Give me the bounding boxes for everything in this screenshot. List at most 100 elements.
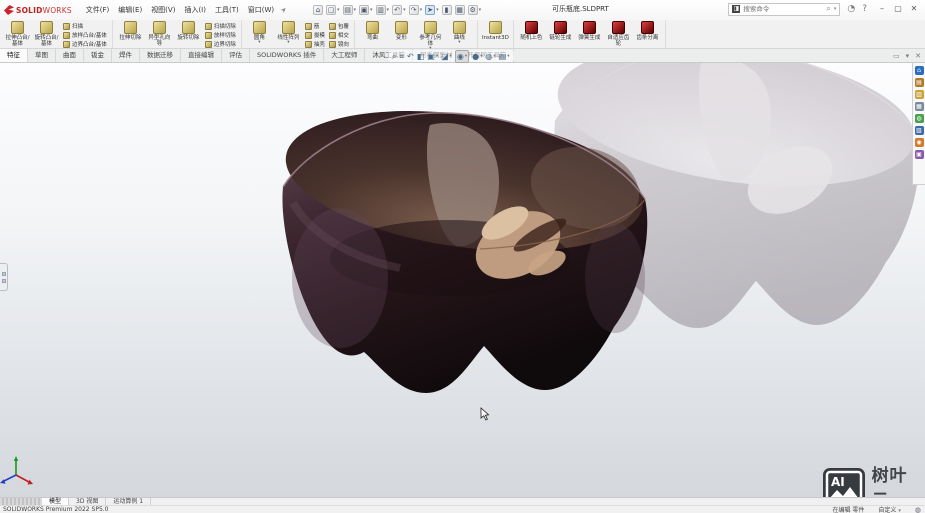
ribbon-button[interactable]: 自适应齿轮 [605, 21, 632, 47]
tab-草图[interactable]: 草图 [28, 49, 56, 62]
zoom-area-button[interactable]: ⌗ [399, 51, 404, 62]
apply-scene-button[interactable]: ◍▾ [485, 51, 495, 62]
ribbon-small-button[interactable]: 扫描切除 [205, 22, 236, 30]
view-orientation-button[interactable]: ▣▾ [427, 51, 438, 62]
display-style-button[interactable]: ◪▾ [441, 51, 452, 62]
options-dropdown-icon[interactable]: ▾ [479, 7, 482, 13]
tab-SOLIDWORKS 插件[interactable]: SOLIDWORKS 插件 [250, 49, 324, 62]
open-button[interactable]: ▤▾ [343, 5, 357, 15]
ribbon-button[interactable]: 弹簧生成 [576, 21, 603, 41]
tab-钣金[interactable]: 钣金 [84, 49, 112, 62]
print-button[interactable]: ▥▾ [376, 5, 390, 15]
select-dropdown-icon[interactable]: ▾ [436, 7, 439, 13]
mbd-globe-icon[interactable]: ◍ [915, 506, 921, 513]
ribbon-button[interactable]: 弯曲 [359, 21, 386, 41]
undo-dropdown-icon[interactable]: ▾ [403, 7, 406, 13]
options-button[interactable]: ⚙▾ [468, 5, 482, 15]
display-style-dropdown-icon[interactable]: ▾ [450, 54, 452, 59]
undock-icon[interactable]: ▭ [893, 50, 900, 62]
section-view-button[interactable]: ◧ [417, 51, 425, 62]
ribbon-small-button[interactable]: 拔模 [305, 31, 325, 39]
print-dropdown-icon[interactable]: ▾ [387, 7, 390, 13]
ribbon-small-button[interactable]: 包覆 [329, 22, 349, 30]
ribbon-small-button[interactable]: 抽壳 [305, 40, 325, 48]
view-orientation-dropdown-icon[interactable]: ▾ [436, 54, 438, 59]
menu-item-5[interactable]: 窗口(W) [248, 5, 274, 15]
search-icon[interactable]: ⌕ [826, 4, 830, 14]
ribbon-button[interactable]: 拉伸凸台/基体 [4, 21, 31, 47]
open-dropdown-icon[interactable]: ▾ [354, 7, 357, 13]
search-input[interactable] [743, 5, 823, 13]
menu-item-2[interactable]: 视图(V) [151, 5, 175, 15]
dropdown-icon[interactable]: ▾ [246, 41, 273, 45]
tab-大工程师[interactable]: 大工程师 [324, 49, 365, 62]
view-settings-button[interactable]: ▤▾ [499, 51, 510, 62]
search-scope-icon[interactable]: ◨ [732, 5, 740, 13]
solidworks-forum-icon[interactable]: ◉ [915, 138, 924, 147]
ribbon-small-button[interactable]: 扫描 [63, 22, 107, 30]
ribbon-button[interactable]: 曲线▾ [446, 21, 473, 45]
command-search[interactable]: ◨ ⌕ ▾ [728, 3, 840, 16]
status-custom-dropdown[interactable]: 自定义▾ [878, 505, 901, 513]
model-tab-3D 视图[interactable]: 3D 视图 [69, 498, 106, 505]
view-settings-dropdown-icon[interactable]: ▾ [507, 54, 509, 59]
model-tab-模型[interactable]: 模型 [42, 498, 69, 505]
ribbon-button[interactable]: 链轮生成 [547, 21, 574, 41]
welcome-button[interactable]: ⌂ [313, 5, 323, 15]
previous-view-button[interactable]: ↶ [407, 51, 414, 62]
design-library-icon[interactable]: ▤ [915, 78, 924, 87]
redo-button[interactable]: ↷▾ [409, 5, 423, 15]
maximize-button[interactable]: ▢ [890, 2, 906, 16]
tab-直接编辑[interactable]: 直接编辑 [181, 49, 222, 62]
ribbon-button[interactable]: 异型孔向导 [146, 21, 173, 47]
rebuild-button[interactable]: ▮ [442, 5, 452, 15]
ribbon-button[interactable]: 变形 [388, 21, 415, 41]
undo-button[interactable]: ↶▾ [392, 5, 406, 15]
tab-数据迁移[interactable]: 数据迁移 [140, 49, 181, 62]
ribbon-button[interactable]: 圆角▾ [246, 21, 273, 45]
ribbon-button[interactable]: 旋转切除 [175, 21, 202, 41]
close-icon[interactable]: ✕ [915, 50, 921, 62]
menu-item-0[interactable]: 文件(F) [86, 5, 110, 15]
select-button[interactable]: ➤▾ [425, 5, 439, 15]
edit-appearance-dropdown-icon[interactable]: ▾ [480, 54, 482, 59]
apply-scene-dropdown-icon[interactable]: ▾ [493, 54, 495, 59]
close-button[interactable]: ✕ [906, 2, 922, 16]
ribbon-button[interactable]: 旋转凸台/基体 [33, 21, 60, 47]
view-palette-icon[interactable]: ▦ [915, 102, 924, 111]
hide-show-items-dropdown-icon[interactable]: ▾ [465, 54, 467, 59]
search-dropdown-icon[interactable]: ▾ [834, 6, 837, 12]
file-explorer-icon[interactable]: ▥ [915, 90, 924, 99]
save-dropdown-icon[interactable]: ▾ [370, 7, 373, 13]
ribbon-button[interactable]: 参考几何体▾ [417, 21, 444, 51]
custom-properties-icon[interactable]: ▧ [915, 126, 924, 135]
ribbon-small-button[interactable]: 放样凸台/基体 [63, 31, 107, 39]
ribbon-small-button[interactable]: 筋 [305, 22, 325, 30]
appearances-scenes-icon[interactable]: ◍ [915, 114, 924, 123]
tab-曲面[interactable]: 曲面 [56, 49, 84, 62]
login-icon[interactable]: ◔ [847, 4, 855, 14]
tab-焊件[interactable]: 焊件 [112, 49, 140, 62]
redo-dropdown-icon[interactable]: ▾ [420, 7, 423, 13]
ribbon-button[interactable]: 拉伸切除 [117, 21, 144, 41]
dropdown-icon[interactable]: ▾ [446, 41, 473, 45]
save-button[interactable]: ▣▾ [359, 5, 373, 15]
model-tab-运动算例 1[interactable]: 运动算例 1 [106, 498, 151, 505]
updates-icon[interactable]: ▣ [915, 150, 924, 159]
solidworks-resources-icon[interactable]: ⌂ [915, 66, 924, 75]
hide-show-items-button[interactable]: ◉▾ [455, 50, 469, 63]
ribbon-small-button[interactable]: 相交 [329, 31, 349, 39]
file-properties-button[interactable]: ▦ [455, 5, 465, 15]
help-icon[interactable]: ? [862, 4, 867, 14]
menu-item-3[interactable]: 插入(I) [184, 5, 206, 15]
ribbon-button[interactable]: 随机上色 [518, 21, 545, 41]
pin-icon[interactable]: ▾ [906, 50, 910, 62]
tab-特征[interactable]: 特征 [0, 49, 28, 62]
tab-评估[interactable]: 评估 [222, 49, 250, 62]
tab-splitter-handle[interactable] [0, 498, 42, 505]
ribbon-button[interactable]: Instant3D [482, 21, 509, 41]
new-dropdown-icon[interactable]: ▾ [337, 7, 340, 13]
edit-appearance-button[interactable]: ●▾ [472, 51, 482, 62]
ribbon-small-button[interactable]: 边界切除 [205, 40, 236, 48]
minimize-button[interactable]: – [874, 2, 890, 16]
